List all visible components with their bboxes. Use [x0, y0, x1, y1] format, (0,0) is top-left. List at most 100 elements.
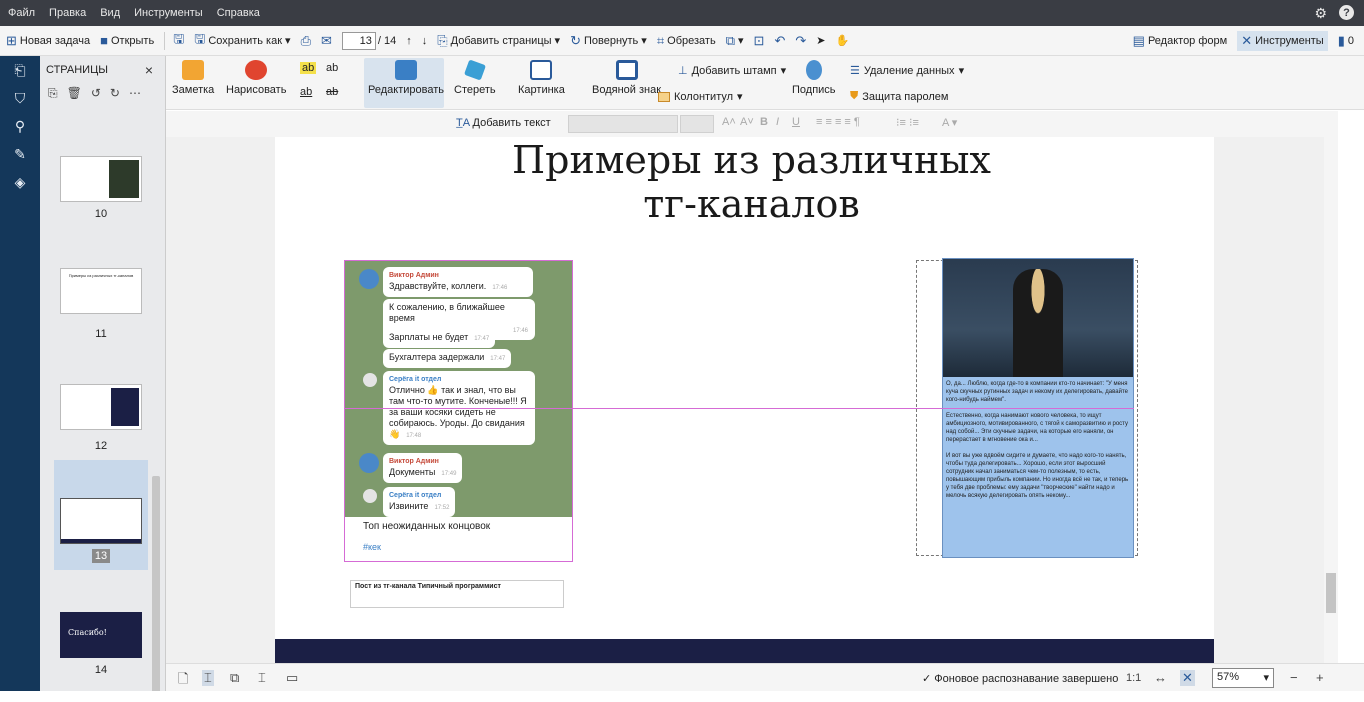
next-page-button[interactable]: ↓	[422, 35, 428, 47]
close-icon[interactable]: ×	[145, 62, 153, 78]
more-icon[interactable]: ⋯	[129, 86, 141, 101]
export-button[interactable]: ⊡	[754, 33, 765, 49]
rotate-right-icon[interactable]: ↻	[110, 86, 120, 101]
grow-font-icon[interactable]: A˄	[722, 116, 736, 128]
compare-button[interactable]: ⧉ ▾	[726, 33, 744, 49]
list-icons[interactable]: ⁝≡ ⁝≡	[896, 116, 919, 129]
menu-edit[interactable]: Правка	[49, 7, 86, 19]
picture-button[interactable]: Картинка	[518, 60, 565, 96]
rotate-left-icon[interactable]: ↺	[91, 86, 101, 101]
panel-scrollbar[interactable]	[150, 116, 162, 696]
watermark-button[interactable]: Водяной знак	[592, 60, 661, 96]
search-icon[interactable]: ⚲	[0, 118, 40, 140]
canvas-scrollbar[interactable]	[1324, 111, 1338, 663]
italic-icon[interactable]: I	[776, 116, 779, 128]
email-button[interactable]: ✉	[321, 33, 332, 49]
crop-button[interactable]: ⌗ Обрезать	[657, 33, 716, 49]
zoom-in-icon[interactable]: +	[1316, 670, 1324, 685]
two-page-icon[interactable]: ⧉	[230, 670, 239, 686]
form-editor-button[interactable]: ▤ Редактор форм	[1133, 33, 1228, 49]
avatar	[359, 453, 379, 473]
add-stamp-button[interactable]: ⊥ Добавить штамп ▾	[678, 64, 786, 78]
help-icon[interactable]: ?	[1339, 5, 1354, 20]
image-caption[interactable]: Пост из тг-канала Типичный программист	[350, 580, 564, 608]
strikethrough-button[interactable]: ab	[326, 86, 338, 98]
add-pages-button[interactable]: ⎘ Добавить страницы ▾	[437, 33, 560, 49]
select-tool-button[interactable]: ➤	[816, 34, 825, 47]
page-thumbnail-12[interactable]	[60, 384, 142, 430]
stamp-icon[interactable]: ◈	[0, 174, 40, 196]
page-thumbnail-13[interactable]	[60, 498, 142, 544]
hand-tool-button[interactable]: ✋	[835, 34, 849, 47]
comments-button[interactable]: ▮ 0	[1338, 33, 1354, 49]
page-thumbnail-10[interactable]	[60, 156, 142, 202]
panel-tools: ⎘ 🗑 ↺ ↻ ⋯	[48, 86, 141, 101]
pages-icon[interactable]: ⎗	[0, 62, 40, 84]
menu-tools[interactable]: Инструменты	[134, 7, 203, 19]
menu-file[interactable]: Файл	[8, 7, 35, 19]
separator	[164, 31, 166, 50]
save-as-button[interactable]: 🖫 Сохранить как ▾	[194, 30, 290, 52]
text-style-button[interactable]: ab	[326, 62, 338, 74]
redaction-button[interactable]: ☰ Удаление данных ▾	[850, 64, 965, 78]
undo-icon: ↶	[774, 32, 786, 48]
menu-help[interactable]: Справка	[217, 7, 260, 19]
new-task-button[interactable]: ⊞ Новая задача	[6, 33, 90, 49]
page-thumbnail-11[interactable]: Примеры из различных тг-каналов	[60, 268, 142, 314]
text-color-icon[interactable]: A ▾	[942, 116, 957, 129]
password-button[interactable]: ⛊ Защита паролем	[850, 90, 948, 103]
menubar: Файл Правка Вид Инструменты Справка ⚙ ?	[0, 0, 1364, 26]
zoom-select[interactable]: 57% ▾	[1212, 668, 1274, 688]
scroll-thumb[interactable]	[152, 476, 160, 696]
tools-button[interactable]: ✕ Инструменты	[1237, 30, 1328, 51]
edit-icon	[395, 60, 417, 80]
bookmark-icon[interactable]: ⛉	[0, 90, 40, 112]
underline-button[interactable]: ab	[300, 86, 312, 98]
underline-icon[interactable]: U	[792, 116, 800, 128]
highlight-text-button[interactable]: ab	[300, 62, 317, 74]
thumb-footer	[61, 539, 141, 543]
actual-size-button[interactable]: 1:1	[1126, 672, 1141, 684]
save-icon: 🖫	[173, 30, 185, 46]
signature-button[interactable]: Подпись	[792, 60, 836, 96]
undo-button[interactable]: ↶	[774, 33, 785, 49]
gear-icon[interactable]: ⚙	[1314, 5, 1327, 22]
continuous-page-icon[interactable]: ⌶	[202, 670, 214, 686]
page-thumbnail-14[interactable]: Спасибо!	[60, 612, 142, 658]
font-size-select[interactable]	[680, 115, 714, 133]
bold-icon[interactable]: B	[760, 116, 768, 128]
attachment-icon[interactable]: ✎	[0, 146, 40, 168]
zoom-out-icon[interactable]: −	[1290, 670, 1298, 685]
note-button[interactable]: Заметка	[172, 60, 214, 96]
save-button[interactable]: 🖫	[173, 30, 184, 52]
two-page-continuous-icon[interactable]: ⌶	[258, 670, 266, 686]
slide-title[interactable]: Примеры из различных тг-каналов	[489, 138, 1014, 226]
edit-button[interactable]: Редактировать	[368, 60, 444, 96]
shrink-font-icon[interactable]: A˅	[740, 116, 754, 128]
fit-width-icon[interactable]: ↔	[1154, 670, 1167, 685]
prev-page-button[interactable]: ↑	[406, 35, 412, 47]
header-footer-button[interactable]: Колонтитул ▾	[658, 90, 743, 103]
menu-view[interactable]: Вид	[100, 7, 120, 19]
erase-button[interactable]: Стереть	[454, 59, 496, 96]
avatar	[359, 269, 379, 289]
rotate-button[interactable]: ↻ Повернуть ▾	[570, 33, 647, 49]
presentation-icon[interactable]: ▭	[286, 670, 298, 686]
single-page-icon[interactable]: 🗋	[178, 670, 188, 692]
draw-button[interactable]: Нарисовать	[226, 60, 286, 96]
delete-page-icon[interactable]: 🗑	[67, 86, 82, 101]
add-text-button[interactable]: T̲A Добавить текст	[456, 117, 551, 129]
scroll-thumb[interactable]	[1326, 573, 1336, 613]
telegram-screenshot[interactable]: Виктор Админ Здравствуйте, коллеги. 17:46…	[344, 260, 573, 562]
redo-button[interactable]: ↷	[795, 33, 806, 49]
align-icons[interactable]: ≡ ≡ ≡ ≡ ¶	[816, 116, 860, 128]
cursor-icon: ➤	[816, 35, 826, 47]
chevron-down-icon: ▾	[958, 65, 965, 77]
insert-page-icon[interactable]: ⎘	[48, 86, 58, 101]
print-button[interactable]: ⎙	[301, 33, 311, 49]
fit-page-icon[interactable]: ✕	[1180, 670, 1195, 686]
redo-icon: ↷	[795, 32, 807, 48]
open-button[interactable]: ■ Открыть	[100, 33, 154, 48]
page-number-input[interactable]: 13	[341, 31, 376, 50]
font-family-select[interactable]	[568, 115, 678, 133]
